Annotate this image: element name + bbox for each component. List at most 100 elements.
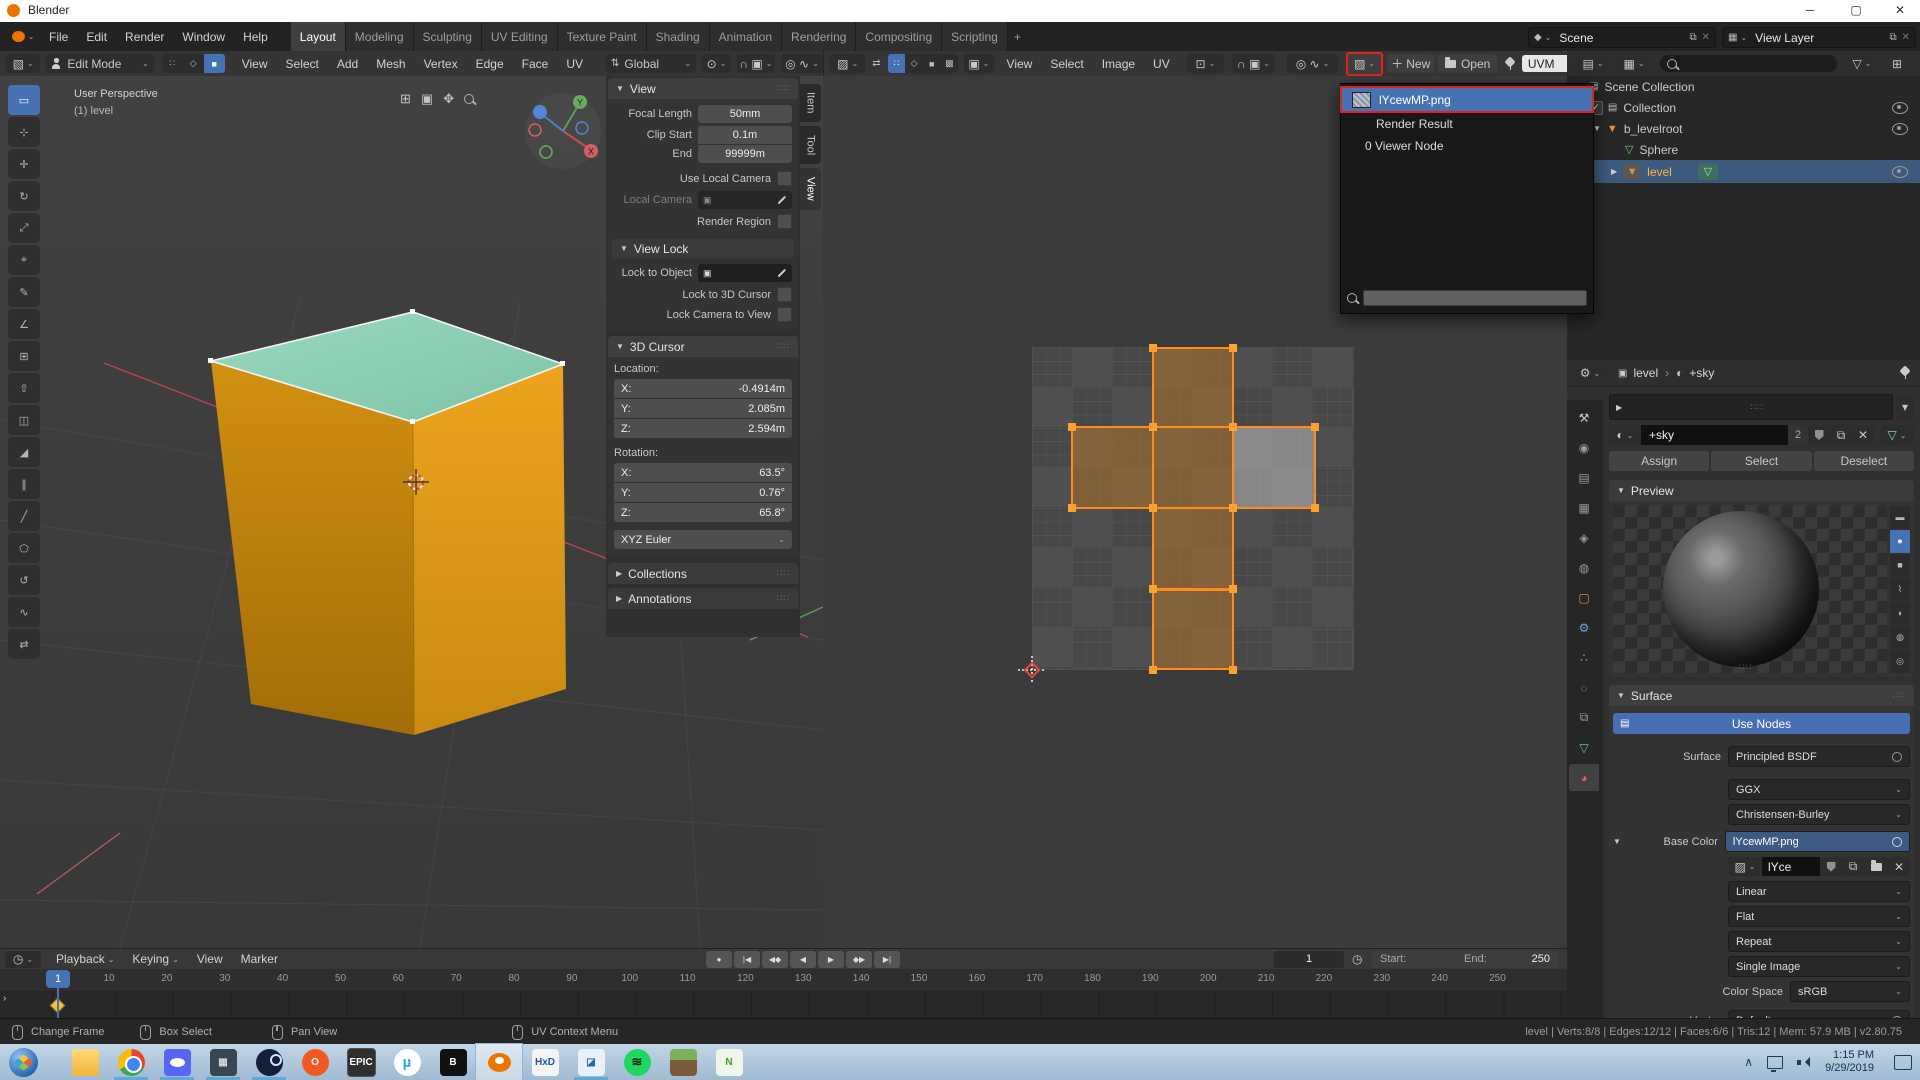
preview-type-sphere[interactable]: ● <box>1890 530 1910 553</box>
timeline-ruler[interactable]: 1020304050607080901001101201301401501601… <box>0 969 1567 992</box>
timeline-view-menu[interactable]: View <box>188 952 232 966</box>
tool-bevel[interactable]: ◢ <box>8 437 40 467</box>
expand-icon[interactable]: ▶ <box>1611 167 1617 176</box>
navigation-gizmo[interactable]: Y X <box>518 86 608 176</box>
menu-help[interactable]: Help <box>234 30 277 44</box>
taskbar-app-blender[interactable] <box>476 1044 522 1080</box>
uvmap-field[interactable]: UVM <box>1522 55 1567 72</box>
focal-length-field[interactable]: 50mm <box>698 105 792 123</box>
collections-section-header[interactable]: ▶Collections∷∷ <box>608 563 798 584</box>
taskbar-app-steam[interactable] <box>246 1044 292 1080</box>
properties-tab-tool[interactable]: ⚒ <box>1569 404 1599 431</box>
clip-end-field[interactable]: 99999m <box>698 145 792 163</box>
workspace-tab[interactable]: Animation <box>710 22 782 51</box>
assign-button[interactable]: Assign <box>1609 451 1709 471</box>
annotations-section-header[interactable]: ▶Annotations∷∷ <box>608 588 798 609</box>
uv-sticky-mode[interactable]: ▣⌄ <box>964 54 993 73</box>
tray-expand-icon[interactable]: ∧ <box>1744 1055 1753 1069</box>
pan-hand-icon[interactable]: ✥ <box>443 91 454 107</box>
properties-tab-object-data[interactable]: ▽ <box>1569 734 1599 761</box>
uv-sync-icon[interactable]: ⇄ <box>872 58 880 69</box>
select-button[interactable]: Select <box>1711 451 1811 471</box>
menu-window[interactable]: Window <box>173 30 234 44</box>
npanel-tab-tool[interactable]: Tool <box>800 126 821 164</box>
v3d-menu-select[interactable]: Select <box>277 57 328 71</box>
preview-type-fluid[interactable]: ◍ <box>1890 626 1910 649</box>
outliner-display-mode[interactable]: ▤⌄ <box>1575 55 1611 73</box>
fake-user-shield-button[interactable] <box>1820 857 1842 876</box>
menu-render[interactable]: Render <box>116 30 173 44</box>
breadcrumb-object[interactable]: level <box>1633 366 1658 380</box>
outliner-filter-images[interactable]: ▦⌄ <box>1616 55 1652 73</box>
cube-object[interactable] <box>208 309 566 735</box>
source-dropdown[interactable]: Single Image⌄ <box>1728 956 1910 977</box>
uv-menu-select[interactable]: Select <box>1041 57 1092 71</box>
tool-measure[interactable]: ∠ <box>8 309 40 339</box>
playback-menu[interactable]: Playback⌄ <box>47 952 123 966</box>
playback-play[interactable]: ▶ <box>818 951 844 968</box>
properties-tab-modifiers[interactable]: ⚙ <box>1569 614 1599 641</box>
preview-type-world[interactable]: ◎ <box>1890 650 1910 673</box>
mode-selector[interactable]: Edit Mode⌄ <box>46 54 153 73</box>
properties-tab-material[interactable]: ◕ <box>1569 764 1599 791</box>
base-color-field[interactable]: lYcewMP.png <box>1725 831 1910 852</box>
extension-dropdown[interactable]: Repeat⌄ <box>1728 931 1910 952</box>
properties-tab-world[interactable]: ◍ <box>1569 554 1599 581</box>
tool-rotate[interactable]: ↻ <box>8 181 40 211</box>
mesh-specials-button[interactable]: ▽⌄ <box>1880 425 1914 445</box>
copy-material-button[interactable]: ⧉ <box>1830 425 1852 445</box>
properties-tab-render[interactable]: ◉ <box>1569 434 1599 461</box>
v3d-menu-add[interactable]: Add <box>328 57 367 71</box>
browse-image-button[interactable]: ▨⌄ <box>1728 857 1762 876</box>
tool-scale[interactable]: ⤢ <box>8 213 40 243</box>
vector-field[interactable]: Default <box>1728 1010 1910 1018</box>
outliner-row-levelroot[interactable]: ▼ ▼ b_levelroot <box>1567 118 1920 139</box>
visibility-eye-icon[interactable] <box>1892 166 1908 178</box>
uv-menu-view[interactable]: View <box>998 57 1042 71</box>
tool-smooth[interactable]: ∿ <box>8 597 40 627</box>
scene-selector[interactable]: ◆⌄ Scene ⧉ ✕ <box>1528 27 1716 48</box>
rotation-mode-dropdown[interactable]: XYZ Euler⌄ <box>614 530 792 549</box>
properties-editor-type-button[interactable]: ⚙⌄ <box>1572 363 1608 383</box>
preview-section-header[interactable]: ▼Preview <box>1609 480 1914 501</box>
viewport-3d[interactable]: User Perspective (1) level ▭⊹✛↻⤢⌖✎∠⊞⇧◫◢∥… <box>0 76 824 948</box>
surface-shader-field[interactable]: Principled BSDF <box>1728 746 1910 767</box>
tool-knife[interactable]: ╱ <box>8 501 40 531</box>
playback-next-keyframe[interactable]: ◆▶ <box>846 951 872 968</box>
cursor-x-field[interactable]: X:-0.4914m <box>614 379 792 398</box>
interpolation-dropdown[interactable]: Linear⌄ <box>1728 881 1910 902</box>
cursor-y-field[interactable]: Y:2.085m <box>614 399 792 418</box>
local-camera-field[interactable]: ▣ <box>698 191 792 209</box>
properties-tab-view-layer[interactable]: ▦ <box>1569 494 1599 521</box>
visibility-eye-icon[interactable] <box>1892 102 1908 114</box>
menu-edit[interactable]: Edit <box>77 30 116 44</box>
workspace-tab[interactable]: Rendering <box>782 22 856 51</box>
properties-tab-object[interactable]: ▢ <box>1569 584 1599 611</box>
use-local-camera-checkbox[interactable] <box>777 171 792 186</box>
distribution-dropdown[interactable]: GGX⌄ <box>1728 779 1910 800</box>
preview-type-hair[interactable]: ⌇ <box>1890 578 1910 601</box>
npanel-tab-view[interactable]: View <box>800 168 821 210</box>
tool-transform[interactable]: ⌖ <box>8 245 40 275</box>
visibility-eye-icon[interactable] <box>1892 123 1908 135</box>
playback-jump-end[interactable]: ▶| <box>874 951 900 968</box>
unlink-image-button[interactable]: ✕ <box>1888 857 1910 876</box>
cursor-section-header[interactable]: ▼3D Cursor∷∷ <box>608 336 798 357</box>
copy-image-button[interactable]: ⧉ <box>1842 857 1864 876</box>
camera-view-icon[interactable]: ▣ <box>421 91 433 107</box>
outliner-row-collection[interactable]: ▼ ✓ ▤ Collection <box>1567 97 1920 118</box>
properties-tab-physics[interactable]: ◌ <box>1569 674 1599 701</box>
browse-material-button[interactable]: ◐⌄ <box>1609 425 1641 445</box>
close-icon[interactable]: ✕ <box>1902 32 1910 43</box>
proportional-edit-button[interactable]: ◎ ∿⌄ <box>781 54 823 73</box>
dropdown-item-image[interactable]: lYcewMP.png <box>1340 86 1594 113</box>
playback-prev-keyframe[interactable]: ◀◆ <box>762 951 788 968</box>
outliner-search-input[interactable] <box>1660 55 1837 72</box>
image-name-field[interactable]: lYce <box>1762 857 1820 876</box>
v3d-menu-face[interactable]: Face <box>513 57 558 71</box>
browse-image-button[interactable]: ▨⌄ <box>1346 52 1383 76</box>
cursor-z-field[interactable]: Z:2.594m <box>614 419 792 438</box>
tool-select-box[interactable]: ▭ <box>8 85 40 115</box>
zoom-icon[interactable] <box>464 94 474 104</box>
surface-section-header[interactable]: ▼Surface∷∷ <box>1609 685 1914 706</box>
